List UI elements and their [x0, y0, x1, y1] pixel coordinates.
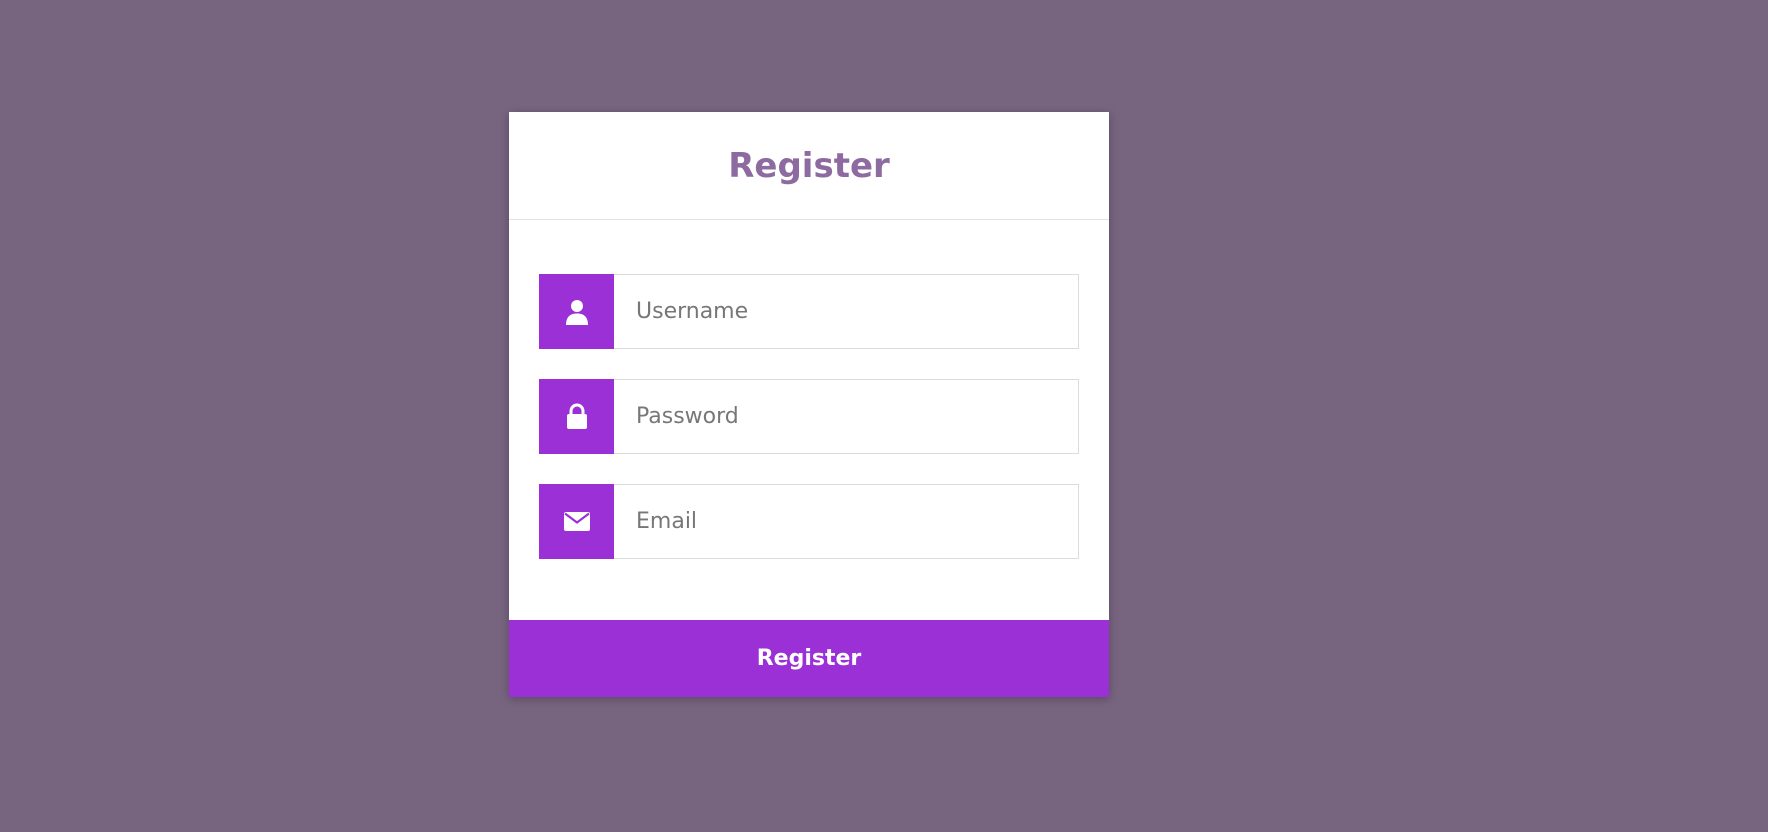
- username-field: [539, 274, 1079, 349]
- email-input[interactable]: [614, 484, 1079, 559]
- password-input[interactable]: [614, 379, 1079, 454]
- lock-icon: [539, 379, 614, 454]
- register-button[interactable]: Register: [509, 620, 1109, 697]
- page-title: Register: [728, 145, 890, 186]
- username-input[interactable]: [614, 274, 1079, 349]
- user-icon: [539, 274, 614, 349]
- card-header: Register: [509, 112, 1109, 220]
- envelope-icon: [539, 484, 614, 559]
- email-field: [539, 484, 1079, 559]
- register-card: Register Username Email Register: [509, 112, 1109, 697]
- password-field: [539, 379, 1079, 454]
